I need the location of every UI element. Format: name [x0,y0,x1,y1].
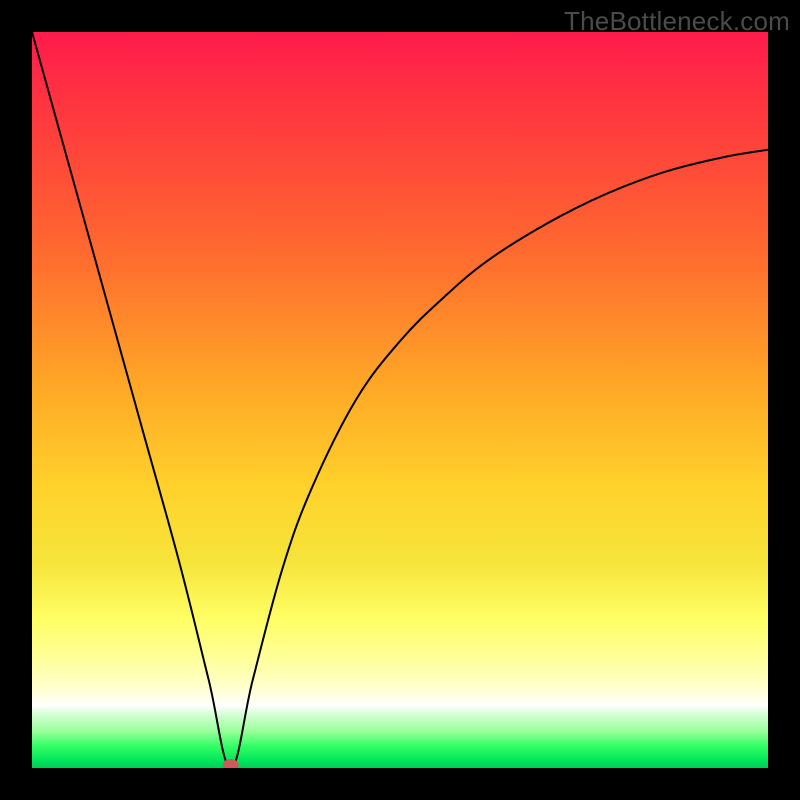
plot-area [32,32,768,768]
bottleneck-curve [32,32,768,768]
chart-frame: TheBottleneck.com [0,0,800,800]
curve-line [32,32,768,768]
chart-svg [32,32,768,768]
